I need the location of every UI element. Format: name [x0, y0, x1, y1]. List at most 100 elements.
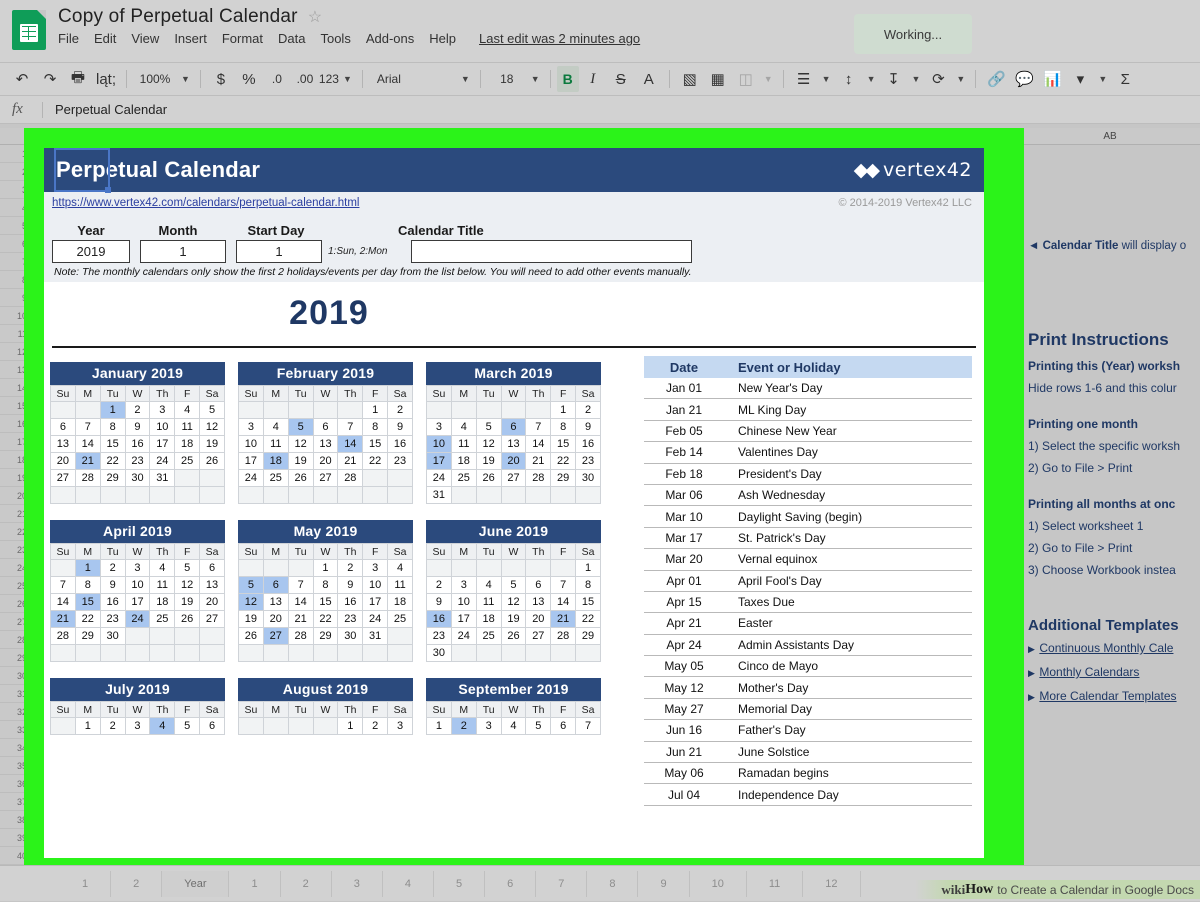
rotation-chevron-down-icon[interactable]: ▼ [952, 74, 969, 84]
day-cell[interactable]: 18 [450, 452, 477, 470]
sheet-tab[interactable]: 3 [332, 871, 383, 897]
day-cell[interactable]: 30 [337, 627, 364, 645]
insert-link-icon[interactable]: 🔗 [982, 66, 1010, 92]
day-cell-empty[interactable] [262, 401, 289, 419]
day-cell-empty[interactable] [262, 486, 289, 504]
day-cell[interactable]: 10 [450, 593, 477, 611]
day-cell[interactable]: 27 [312, 469, 339, 487]
bold-button[interactable]: B [556, 66, 579, 92]
day-cell-empty[interactable] [525, 401, 552, 419]
events-table-row[interactable]: May 06 Ramadan begins [644, 763, 972, 785]
zoom-level[interactable]: 100% [133, 66, 177, 92]
horizontal-align-icon[interactable]: ☰ [790, 66, 818, 92]
day-cell-empty[interactable] [74, 486, 101, 504]
sheet-tab[interactable]: 7 [536, 871, 588, 897]
day-cell[interactable]: 28 [525, 469, 552, 487]
day-cell[interactable]: 11 [450, 435, 477, 453]
day-cell[interactable]: 3 [149, 401, 176, 419]
events-table-row[interactable]: Feb 05 Chinese New Year [644, 421, 972, 443]
events-table-row[interactable]: Apr 21 Easter [644, 613, 972, 635]
day-cell[interactable]: 12 [174, 576, 201, 594]
day-cell-empty[interactable] [475, 644, 502, 662]
day-cell[interactable]: 10 [149, 418, 176, 436]
day-cell[interactable]: 23 [575, 452, 601, 470]
day-cell-empty[interactable] [362, 486, 389, 504]
day-cell[interactable]: 17 [238, 452, 264, 470]
day-cell[interactable]: 23 [99, 610, 126, 628]
day-cell-empty[interactable] [362, 644, 389, 662]
day-cell[interactable]: 10 [238, 435, 264, 453]
day-cell[interactable]: 2 [575, 401, 601, 419]
day-cell[interactable]: 5 [238, 576, 264, 594]
day-cell[interactable]: 16 [426, 610, 452, 628]
day-cell-empty[interactable] [426, 559, 452, 577]
day-cell[interactable]: 7 [337, 418, 364, 436]
day-cell[interactable]: 6 [312, 418, 339, 436]
sheet-tab[interactable]: 8 [587, 871, 639, 897]
day-cell[interactable]: 23 [337, 610, 364, 628]
italic-button[interactable]: I [579, 66, 607, 92]
day-cell-empty[interactable] [312, 486, 339, 504]
day-cell-empty[interactable] [337, 486, 364, 504]
day-cell[interactable]: 17 [149, 435, 176, 453]
day-cell[interactable]: 24 [450, 627, 477, 645]
day-cell[interactable]: 8 [362, 418, 389, 436]
day-cell-empty[interactable] [500, 486, 527, 504]
day-cell[interactable]: 12 [238, 593, 264, 611]
day-cell[interactable]: 5 [199, 401, 225, 419]
day-cell[interactable]: 10 [362, 576, 389, 594]
day-cell[interactable]: 14 [50, 593, 76, 611]
day-cell-empty[interactable] [174, 644, 201, 662]
day-cell[interactable]: 9 [337, 576, 364, 594]
day-cell[interactable]: 24 [362, 610, 389, 628]
day-cell[interactable]: 4 [500, 717, 527, 735]
day-cell[interactable]: 25 [174, 452, 201, 470]
events-table-row[interactable]: Jun 21 June Solstice [644, 742, 972, 764]
day-cell-empty[interactable] [50, 644, 76, 662]
day-cell[interactable]: 2 [99, 559, 126, 577]
day-cell[interactable]: 3 [450, 576, 477, 594]
day-cell-empty[interactable] [387, 627, 413, 645]
sheet-tab[interactable]: 11 [747, 871, 804, 897]
percent-format-button[interactable]: % [235, 66, 263, 92]
day-cell[interactable]: 1 [426, 717, 452, 735]
day-cell[interactable]: 19 [500, 610, 527, 628]
zoom-chevron-down-icon[interactable]: ▼ [177, 74, 194, 84]
day-cell[interactable]: 29 [550, 469, 577, 487]
day-cell[interactable]: 20 [262, 610, 289, 628]
strikethrough-button[interactable]: S [607, 66, 635, 92]
day-cell[interactable]: 13 [262, 593, 289, 611]
day-cell[interactable]: 25 [262, 469, 289, 487]
day-cell[interactable]: 25 [450, 469, 477, 487]
day-cell[interactable]: 2 [337, 559, 364, 577]
day-cell[interactable]: 20 [500, 452, 527, 470]
sheet-tab[interactable]: 2 [281, 871, 332, 897]
day-cell[interactable]: 4 [450, 418, 477, 436]
functions-sigma-icon[interactable]: Σ [1111, 66, 1139, 92]
template-link-more-templates[interactable]: More Calendar Templates [1039, 689, 1176, 703]
filter-chevron-down-icon[interactable]: ▼ [1094, 74, 1111, 84]
day-cell-empty[interactable] [287, 486, 314, 504]
day-cell[interactable]: 20 [525, 610, 552, 628]
text-color-button[interactable]: A [635, 66, 663, 92]
sheet-tab[interactable]: 2 [111, 871, 163, 897]
day-cell[interactable]: 29 [74, 627, 101, 645]
day-cell[interactable]: 30 [124, 469, 151, 487]
day-cell[interactable]: 4 [387, 559, 413, 577]
day-cell[interactable]: 8 [74, 576, 101, 594]
day-cell[interactable]: 1 [74, 559, 101, 577]
events-table-row[interactable]: Apr 01 April Fool's Day [644, 571, 972, 592]
menu-item-file[interactable]: File [58, 31, 79, 46]
day-cell[interactable]: 19 [475, 452, 502, 470]
day-cell[interactable]: 2 [426, 576, 452, 594]
day-cell-empty[interactable] [287, 401, 314, 419]
day-cell-empty[interactable] [287, 559, 314, 577]
day-cell-empty[interactable] [238, 401, 264, 419]
day-cell-empty[interactable] [238, 486, 264, 504]
day-cell-empty[interactable] [550, 559, 577, 577]
events-table-row[interactable]: Jul 04 Independence Day [644, 784, 972, 806]
day-cell[interactable]: 14 [74, 435, 101, 453]
day-cell-empty[interactable] [525, 644, 552, 662]
day-cell[interactable]: 4 [174, 401, 201, 419]
day-cell-empty[interactable] [238, 717, 264, 735]
